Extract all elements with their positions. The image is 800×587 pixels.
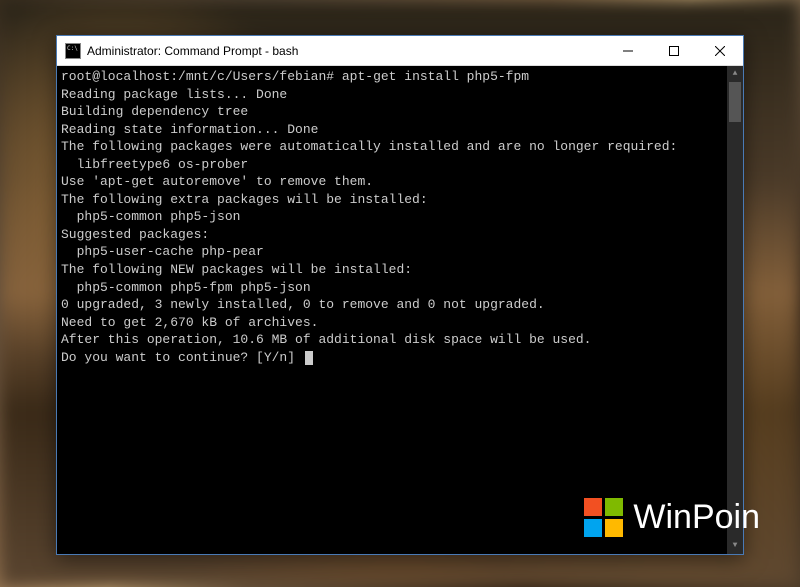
command: apt-get install php5-fpm xyxy=(342,69,529,84)
output-line: Do you want to continue? [Y/n] xyxy=(61,350,295,365)
output-line: The following extra packages will be ins… xyxy=(61,192,428,207)
output-line: Reading state information... Done xyxy=(61,122,318,137)
scroll-up-icon[interactable]: ▲ xyxy=(727,66,743,82)
output-line: libfreetype6 os-prober xyxy=(61,157,248,172)
windows-logo-icon xyxy=(584,498,623,537)
output-line: The following NEW packages will be insta… xyxy=(61,262,412,277)
output-line: Building dependency tree xyxy=(61,104,248,119)
output-line: php5-common php5-json xyxy=(61,209,240,224)
titlebar[interactable]: Administrator: Command Prompt - bash xyxy=(57,36,743,66)
output-line: After this operation, 10.6 MB of additio… xyxy=(61,332,592,347)
output-line: The following packages were automaticall… xyxy=(61,139,677,154)
terminal-area[interactable]: root@localhost:/mnt/c/Users/febian# apt-… xyxy=(57,66,743,554)
output-line: Need to get 2,670 kB of archives. xyxy=(61,315,318,330)
command-prompt-window: Administrator: Command Prompt - bash roo… xyxy=(56,35,744,555)
scrollbar[interactable]: ▲ ▼ xyxy=(727,66,743,554)
cursor xyxy=(305,351,313,365)
prompt: root@localhost:/mnt/c/Users/febian# xyxy=(61,69,334,84)
scrollbar-thumb[interactable] xyxy=(729,82,741,122)
window-controls xyxy=(605,36,743,65)
watermark-text: WinPoin xyxy=(633,498,760,537)
output-line: Use 'apt-get autoremove' to remove them. xyxy=(61,174,373,189)
output-line: php5-user-cache php-pear xyxy=(61,244,264,259)
window-title: Administrator: Command Prompt - bash xyxy=(87,44,605,58)
output-line: Reading package lists... Done xyxy=(61,87,287,102)
output-line: Suggested packages: xyxy=(61,227,209,242)
minimize-button[interactable] xyxy=(605,36,651,65)
scroll-down-icon[interactable]: ▼ xyxy=(727,538,743,554)
watermark: WinPoin xyxy=(584,498,760,537)
output-line: 0 upgraded, 3 newly installed, 0 to remo… xyxy=(61,297,545,312)
output-line: php5-common php5-fpm php5-json xyxy=(61,280,311,295)
terminal-output: root@localhost:/mnt/c/Users/febian# apt-… xyxy=(61,68,739,366)
maximize-button[interactable] xyxy=(651,36,697,65)
close-button[interactable] xyxy=(697,36,743,65)
cmd-icon xyxy=(65,43,81,59)
